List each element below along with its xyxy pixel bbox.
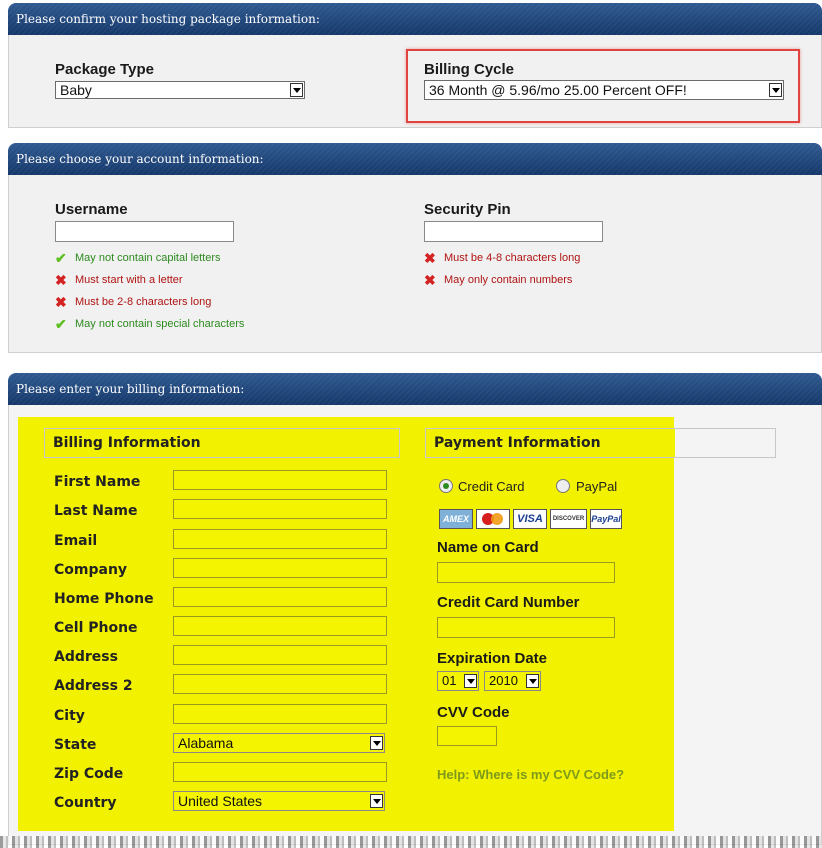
paypal-label[interactable]: PayPal: [576, 479, 617, 494]
cc-number-label: Credit Card Number: [437, 594, 580, 611]
credit-card-radio[interactable]: [439, 479, 453, 493]
pin-rule: ✖ Must be 4-8 characters long: [424, 250, 581, 266]
exp-year-select[interactable]: 2010: [484, 671, 541, 691]
home-phone-input[interactable]: [173, 587, 387, 607]
package-type-select[interactable]: Baby: [55, 81, 305, 99]
state-value: Alabama: [178, 735, 234, 751]
account-section: Please choose your account information: …: [8, 143, 822, 353]
security-pin-label: Security Pin: [424, 201, 511, 218]
address-label: Address: [54, 649, 118, 665]
billing-cycle-label: Billing Cycle: [424, 61, 515, 78]
expiration-label: Expiration Date: [437, 650, 548, 667]
username-input[interactable]: [55, 221, 234, 242]
paypal-card-icon: PayPal: [590, 509, 622, 529]
company-label: Company: [54, 562, 128, 578]
pin-rule: ✖ May only contain numbers: [424, 272, 573, 288]
country-value: United States: [178, 793, 263, 809]
country-label: Country: [54, 795, 117, 811]
username-rule: ✖ Must start with a letter: [55, 272, 183, 288]
zip-label: Zip Code: [54, 766, 124, 782]
cell-phone-input[interactable]: [173, 616, 387, 636]
chevron-down-icon[interactable]: [290, 83, 303, 97]
amex-card-icon: AMEX: [439, 509, 473, 529]
cc-number-input[interactable]: [437, 617, 615, 638]
first-name-label: First Name: [54, 474, 141, 490]
state-select[interactable]: Alabama: [173, 733, 385, 753]
check-icon: ✔: [55, 316, 67, 332]
last-name-label: Last Name: [54, 503, 138, 519]
chevron-down-icon[interactable]: [370, 794, 383, 808]
hosting-panel: Package Type Baby Billing Cycle 36 Month…: [8, 35, 822, 128]
cross-icon: ✖: [55, 294, 67, 310]
country-select[interactable]: United States: [173, 791, 385, 811]
email-input[interactable]: [173, 529, 387, 549]
billing-info-title: Billing Information: [44, 428, 400, 458]
account-panel: Username ✔ May not contain capital lette…: [8, 175, 822, 353]
credit-card-label[interactable]: Credit Card: [458, 479, 524, 494]
billing-cycle-value: 36 Month @ 5.96/mo 25.00 Percent OFF!: [429, 82, 687, 98]
username-label: Username: [55, 201, 128, 218]
state-label: State: [54, 737, 97, 753]
address2-input[interactable]: [173, 674, 387, 694]
first-name-input[interactable]: [173, 470, 387, 490]
cvv-help-link[interactable]: Help: Where is my CVV Code?: [437, 767, 624, 782]
email-label: Email: [54, 533, 98, 549]
cross-icon: ✖: [55, 272, 67, 288]
billing-header: Please enter your billing information:: [8, 373, 822, 405]
last-name-input[interactable]: [173, 499, 387, 519]
chevron-down-icon[interactable]: [464, 674, 477, 688]
username-rule: ✔ May not contain special characters: [55, 316, 245, 332]
cvv-label: CVV Code: [437, 704, 510, 721]
account-header: Please choose your account information:: [8, 143, 822, 175]
city-label: City: [54, 708, 85, 724]
hosting-section: Please confirm your hosting package info…: [8, 3, 822, 128]
zip-input[interactable]: [173, 762, 387, 782]
company-input[interactable]: [173, 558, 387, 578]
package-type-label: Package Type: [55, 61, 154, 78]
hosting-header: Please confirm your hosting package info…: [8, 3, 822, 35]
username-rule: ✔ May not contain capital letters: [55, 250, 221, 266]
chevron-down-icon[interactable]: [769, 83, 782, 97]
cvv-input[interactable]: [437, 726, 497, 746]
package-type-value: Baby: [60, 82, 92, 98]
cross-icon: ✖: [424, 250, 436, 266]
check-icon: ✔: [55, 250, 67, 266]
name-on-card-input[interactable]: [437, 562, 615, 583]
exp-month-select[interactable]: 01: [437, 671, 479, 691]
city-input[interactable]: [173, 704, 387, 724]
mastercard-icon: [476, 509, 510, 529]
chevron-down-icon[interactable]: [526, 674, 539, 688]
username-rule: ✖ Must be 2-8 characters long: [55, 294, 212, 310]
discover-card-icon: DISCOVER: [550, 509, 587, 529]
address-input[interactable]: [173, 645, 387, 665]
address2-label: Address 2: [54, 678, 133, 694]
visa-card-icon: VISA: [513, 509, 547, 529]
payment-info-title: Payment Information: [425, 428, 776, 458]
chevron-down-icon[interactable]: [370, 736, 383, 750]
home-phone-label: Home Phone: [54, 591, 154, 607]
name-on-card-label: Name on Card: [437, 539, 539, 556]
torn-edge: [0, 836, 822, 848]
cell-phone-label: Cell Phone: [54, 620, 138, 636]
security-pin-input[interactable]: [424, 221, 603, 242]
billing-cycle-select[interactable]: 36 Month @ 5.96/mo 25.00 Percent OFF!: [424, 80, 784, 100]
paypal-radio[interactable]: [556, 479, 570, 493]
cross-icon: ✖: [424, 272, 436, 288]
